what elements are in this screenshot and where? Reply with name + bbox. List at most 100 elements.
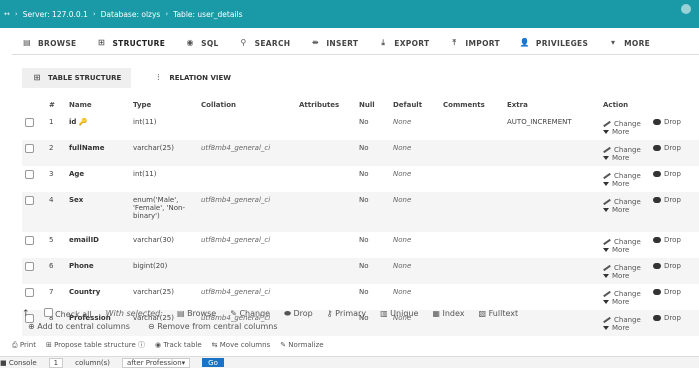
button-label: Fulltext (488, 309, 519, 318)
change-button[interactable]: Change (603, 238, 641, 246)
tab-label: MORE (624, 38, 651, 48)
drop-button[interactable]: Drop (653, 118, 681, 126)
bulk-drop-button[interactable]: ⬬ Drop (284, 309, 313, 319)
more-dropdown[interactable]: More (603, 272, 629, 280)
tab-insert[interactable]: ⇻ INSERT (300, 33, 368, 53)
drop-button[interactable]: Drop (653, 262, 681, 270)
tab-structure[interactable]: ⊞ STRUCTURE (86, 33, 175, 53)
bulk-primary-button[interactable]: ⚷ Primary (327, 309, 366, 318)
chevron-down-icon (603, 208, 609, 212)
action-label: More (612, 154, 630, 162)
arrow-up-icon: ↑ (22, 308, 30, 319)
row-number: 7 (49, 288, 54, 296)
breadcrumb-table[interactable]: Table: user_details (173, 10, 242, 19)
change-button[interactable]: Change (603, 120, 641, 128)
more-dropdown[interactable]: More (603, 180, 629, 188)
print-icon: ⎙ (12, 340, 18, 349)
link-label: Propose table structure (54, 341, 136, 349)
tab-privileges[interactable]: 👤 PRIVILEGES (510, 33, 598, 53)
tab-label: SEARCH (254, 38, 291, 48)
breadcrumb-database[interactable]: Database: olzys (101, 10, 161, 19)
field-extra (504, 166, 600, 192)
gear-icon[interactable] (681, 4, 691, 14)
bulk-browse-button[interactable]: ▤ Browse (177, 309, 216, 318)
console-toggle[interactable]: ■ Console (0, 359, 37, 367)
change-button[interactable]: Change (603, 290, 641, 298)
field-extra (504, 310, 600, 336)
row-number: 6 (49, 262, 54, 270)
more-dropdown[interactable]: More (603, 128, 629, 136)
subtab-relation-view[interactable]: ⫶ RELATION VIEW (143, 68, 241, 88)
structure-table: # Name Type Collation Attributes Null De… (22, 96, 699, 336)
check-all-checkbox[interactable] (43, 308, 53, 317)
table-tools: ⎙ Print ⊞ Propose table structure ⓘ ◉ Tr… (12, 340, 324, 350)
tab-import[interactable]: ⤒ IMPORT (439, 33, 509, 53)
breadcrumb-server[interactable]: Server: 127.0.0.1 (23, 10, 88, 19)
tab-search[interactable]: ⚲ SEARCH (229, 33, 301, 53)
row-checkbox[interactable] (25, 118, 34, 127)
move-columns-link[interactable]: ⇆ Move columns (212, 341, 271, 349)
normalize-link[interactable]: ✎ Normalize (280, 341, 323, 349)
drop-icon (653, 197, 662, 203)
change-button[interactable]: Change (603, 198, 641, 206)
change-button[interactable]: Change (603, 316, 641, 324)
privileges-icon: 👤 (519, 38, 531, 47)
table-row: 7 Country varchar(25) utf8mb4_general_ci… (22, 284, 699, 310)
col-header-collation: Collation (201, 101, 237, 109)
drop-button[interactable]: Drop (653, 196, 681, 204)
propose-structure-link[interactable]: ⊞ Propose table structure ⓘ (46, 340, 145, 350)
chevron-right-icon: › (92, 10, 96, 18)
row-checkbox[interactable] (25, 262, 34, 271)
bulk-unique-button[interactable]: ▥ Unique (380, 309, 418, 318)
track-table-link[interactable]: ◉ Track table (155, 341, 202, 349)
add-central-columns-button[interactable]: ⊕ Add to central columns (28, 322, 130, 331)
field-collation: utf8mb4_general_ci (201, 288, 271, 296)
go-button[interactable]: Go (202, 358, 224, 367)
tab-sql[interactable]: ◉ SQL (175, 33, 228, 53)
tab-more[interactable]: ▾ MORE (598, 33, 660, 53)
more-dropdown[interactable]: More (603, 298, 629, 306)
tab-export[interactable]: ⤓ EXPORT (368, 33, 439, 53)
action-label: Change (614, 316, 641, 324)
field-null: No (359, 288, 369, 296)
change-button[interactable]: Change (603, 146, 641, 154)
drop-button[interactable]: Drop (653, 144, 681, 152)
change-button[interactable]: Change (603, 172, 641, 180)
bulk-fulltext-button[interactable]: ▧ Fulltext (479, 309, 519, 318)
row-checkbox[interactable] (25, 236, 34, 245)
more-dropdown[interactable]: More (603, 324, 629, 332)
column-position-select[interactable]: after Profession ▾ (122, 357, 191, 368)
action-label: More (612, 246, 630, 254)
add-columns-count-input[interactable]: 1 (48, 357, 64, 368)
row-checkbox[interactable] (25, 144, 34, 153)
bulk-index-button[interactable]: ▦ Index (432, 309, 464, 318)
field-name: id 🔑 (66, 114, 130, 140)
field-null: No (359, 170, 369, 178)
remove-central-columns-button[interactable]: ⊖ Remove from central columns (148, 322, 278, 331)
more-dropdown[interactable]: More (603, 206, 629, 214)
pencil-icon (603, 316, 611, 324)
more-dropdown[interactable]: More (603, 154, 629, 162)
tab-browse[interactable]: ▤ BROWSE (12, 33, 86, 53)
action-label: More (612, 298, 630, 306)
more-dropdown[interactable]: More (603, 246, 629, 254)
drop-button[interactable]: Drop (653, 288, 681, 296)
col-header-type: Type (133, 101, 152, 109)
central-columns-icon: ⊖ (147, 322, 155, 331)
collapse-arrow-icon[interactable]: ↔ (4, 10, 10, 18)
field-extra (504, 192, 600, 232)
print-link[interactable]: ⎙ Print (12, 341, 36, 350)
row-checkbox[interactable] (25, 196, 34, 205)
row-checkbox[interactable] (25, 288, 34, 297)
drop-button[interactable]: Drop (653, 170, 681, 178)
change-button[interactable]: Change (603, 264, 641, 272)
action-label: Change (614, 146, 641, 154)
drop-button[interactable]: Drop (653, 314, 681, 322)
bulk-change-button[interactable]: ✎ Change (230, 309, 270, 318)
field-extra (504, 140, 600, 166)
row-checkbox[interactable] (25, 170, 34, 179)
button-label: Index (442, 309, 465, 318)
drop-button[interactable]: Drop (653, 236, 681, 244)
subtab-table-structure[interactable]: ⊞ TABLE STRUCTURE (22, 68, 132, 88)
check-all[interactable]: Check all (43, 308, 92, 319)
